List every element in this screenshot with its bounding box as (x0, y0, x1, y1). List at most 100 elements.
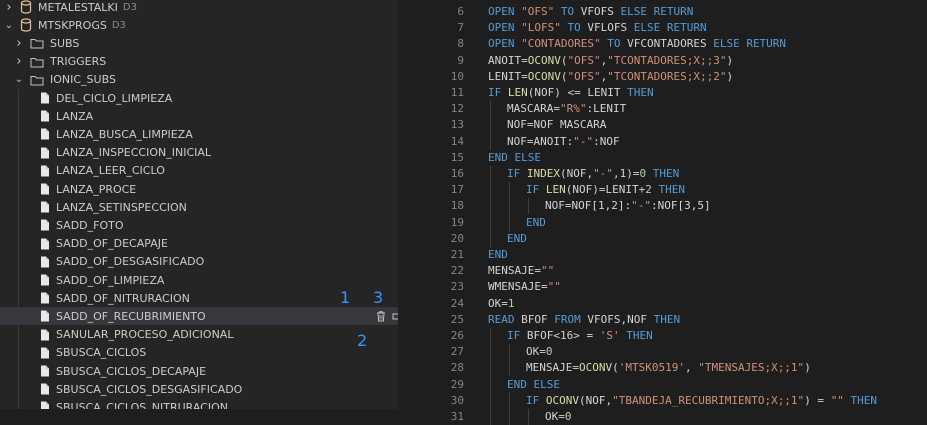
code-token: ) (804, 361, 811, 375)
code-line[interactable]: 30 IF OCONV(NOF,"TBANDEJA_RECUBRIMIENTO;X… (398, 392, 927, 409)
code-token: :NOF (593, 134, 620, 148)
indent-guide (18, 380, 19, 399)
code-token: OCONV (527, 69, 561, 83)
code-text: END (507, 231, 527, 247)
code-token: "-" (573, 134, 594, 148)
tree-item-label: SADD_OF_RECUBRIMIENTO (56, 309, 206, 323)
tree-item-lanza-proce[interactable]: LANZA_PROCE (0, 180, 398, 199)
chevron-right-icon[interactable]: › (14, 54, 24, 69)
code-text: IF LEN(NOF)=LENIT+2 THEN (526, 182, 685, 198)
code-line[interactable]: 16 IF INDEX(NOF,"-",1)=0 THEN (398, 166, 927, 182)
code-text: IF BFOF<16> = 'S' THEN (507, 328, 653, 344)
code-line[interactable]: 21 END (398, 247, 927, 263)
tree-item-sbusca-ciclos[interactable]: SBUSCA_CICLOS (0, 343, 398, 362)
chevron-down-icon[interactable]: ⌄ (4, 20, 14, 31)
tree-item-triggers[interactable]: › TRIGGERS (0, 53, 398, 71)
code-text: NOF=NOF MASCARA (507, 117, 606, 133)
tree-item-lanza[interactable]: LANZA (0, 107, 398, 126)
code-line[interactable]: 8 OPEN "CONTADORES" TO VFCONTADORES ELSE … (398, 36, 927, 52)
code-line[interactable]: 9 ANOIT=OCONV("OFS","TCONTADORES;X;;3") (398, 53, 927, 69)
code-text: END ELSE (507, 377, 560, 393)
file-icon (40, 219, 50, 231)
annotation-3: 3 (373, 288, 384, 307)
line-number: 9 (457, 53, 464, 67)
code-token: , (684, 361, 699, 375)
tree-item-ionic-subs[interactable]: ⌄ IONIC_SUBS (0, 71, 398, 89)
code-line[interactable]: 12 MASCARA="R%":LENIT (398, 101, 927, 118)
code-token: ( (560, 69, 568, 83)
tree-item-del-ciclo-limpieza[interactable]: DEL_CICLO_LIMPIEZA (0, 89, 398, 108)
code-line[interactable]: 7 OPEN "LOFS" TO VFLOFS ELSE RETURN (398, 20, 927, 36)
code-line[interactable]: 6 OPEN "OFS" TO VFOFS ELSE RETURN (398, 4, 927, 20)
code-line[interactable]: 29 END ELSE (398, 376, 927, 393)
code-token: FROM (554, 312, 588, 326)
indent-guide (509, 392, 510, 409)
code-line[interactable]: 26 IF BFOF<16> = 'S' THEN (398, 328, 927, 344)
tree-item-sadd-of-limpieza[interactable]: SADD_OF_LIMPIEZA (0, 271, 398, 290)
code-text: OK=0 (526, 344, 553, 360)
code-token: THEN (627, 86, 654, 99)
tree-item-label: SBUSCA_CICLOS_DECAPAJE (56, 364, 207, 378)
tree-item-metalestalki[interactable]: › METALESTALKI D3 (0, 0, 398, 16)
code-line[interactable]: 24 OK=1 (398, 296, 927, 312)
code-line[interactable]: 22 MENSAJE="" (398, 263, 927, 279)
code-line[interactable]: 28 MENSAJE=OCONV('MTSK0519', "TMENSAJES;X… (398, 360, 927, 377)
tree-item-sanular-proceso-adicional[interactable]: SANULAR_PROCESO_ADICIONAL (0, 325, 398, 344)
code-text: IF OCONV(NOF,"TBANDEJA_RECUBRIMIENTO;X;;… (526, 393, 877, 409)
indent-guide (18, 107, 19, 126)
code-token: 0 (564, 410, 572, 423)
chevron-down-icon[interactable]: ⌄ (14, 74, 24, 85)
code-text: NOF=ANOIT:"-":NOF (507, 134, 620, 150)
tree-item-lanza-leer-ciclo[interactable]: LANZA_LEER_CICLO (0, 161, 398, 180)
code-line[interactable]: 31 OK=0 (398, 409, 927, 425)
tree-item-subs[interactable]: › SUBS (0, 34, 398, 52)
tree-item-sadd-of-desgasificado[interactable]: SADD_OF_DESGASIFICADO (0, 252, 398, 271)
indent-guide (18, 343, 19, 362)
code-token: THEN (646, 167, 680, 180)
tree-item-lanza-inspeccion-inicial[interactable]: LANZA_INSPECCION_INICIAL (0, 143, 398, 162)
code-token: :NOF[3,5] (650, 199, 711, 213)
tree-item-sbusca-ciclos-decapaje[interactable]: SBUSCA_CICLOS_DECAPAJE (0, 362, 398, 381)
line-number: 17 (450, 183, 464, 197)
code-line[interactable]: 18 NOF=NOF[1,2]:"-":NOF[3,5] (398, 198, 927, 215)
code-text: READ BFOF FROM VFOFS,NOF THEN (488, 312, 680, 328)
chevron-right-icon[interactable]: › (4, 0, 14, 15)
tree-item-sbusca-ciclos-desgasificado[interactable]: SBUSCA_CICLOS_DESGASIFICADO (0, 380, 398, 399)
code-line[interactable]: 15 END ELSE (398, 150, 927, 166)
tree-item-label: LANZA_INSPECCION_INICIAL (56, 146, 212, 160)
tree-item-sadd-of-decapaje[interactable]: SADD_OF_DECAPAJE (0, 234, 398, 253)
code-token: "R%" (559, 102, 587, 116)
code-token: "-" (593, 167, 613, 180)
code-token: "" (830, 393, 844, 407)
tree-item-sbusca-ciclos-nitruracion[interactable]: SBUSCA_CICLOS_NITRURACION (0, 398, 398, 409)
code-token: TO (560, 21, 588, 35)
line-number: 19 (450, 215, 464, 229)
code-token: ELSE RETURN (620, 5, 694, 18)
tree-item-sadd-of-nitruracion[interactable]: SADD_OF_NITRURACION (0, 289, 398, 308)
code-line[interactable]: 25 READ BFOF FROM VFOFS,NOF THEN (398, 312, 927, 328)
tree-item-lanza-busca-limpieza[interactable]: LANZA_BUSCA_LIMPIEZA (0, 125, 398, 144)
indent-guide (18, 125, 19, 144)
code-line[interactable]: 13 NOF=NOF MASCARA (398, 117, 927, 134)
line-number: 22 (450, 264, 464, 278)
line-number: 16 (450, 167, 464, 180)
tree-item-lanza-setinspeccion[interactable]: LANZA_SETINSPECCION (0, 198, 398, 217)
chevron-right-icon[interactable]: › (14, 36, 24, 51)
code-token: ELSE RETURN (633, 21, 707, 35)
code-line[interactable]: 17 IF LEN(NOF)=LENIT+2 THEN (398, 182, 927, 199)
code-line[interactable]: 23 WMENSAJE="" (398, 279, 927, 295)
code-line[interactable]: 27 OK=0 (398, 344, 927, 361)
code-line[interactable]: 10 LENIT=OCONV("OFS","TCONTADORES;X;;2") (398, 69, 927, 85)
line-number: 27 (450, 345, 464, 359)
code-line[interactable]: 19 END (398, 214, 927, 231)
code-token: ) (726, 53, 734, 67)
code-line[interactable]: 20 END (398, 230, 927, 247)
code-editor[interactable]: 6 OPEN "OFS" TO VFOFS ELSE RETURN 7 OPEN "L… (398, 0, 927, 425)
trash-icon[interactable] (375, 310, 387, 322)
tree-item-sadd-foto[interactable]: SADD_FOTO (0, 216, 398, 235)
code-line[interactable]: 14 NOF=ANOIT:"-":NOF (398, 133, 927, 150)
tree-item-mtskprogs[interactable]: ⌄ MTSKPROGS D3 (0, 16, 398, 34)
tree-item-sadd-of-recubrimiento[interactable]: SADD_OF_RECUBRIMIENTO (0, 307, 398, 326)
code-token: END (526, 215, 546, 229)
code-line[interactable]: 11 IF LEN(NOF) <= LENIT THEN (398, 85, 927, 101)
